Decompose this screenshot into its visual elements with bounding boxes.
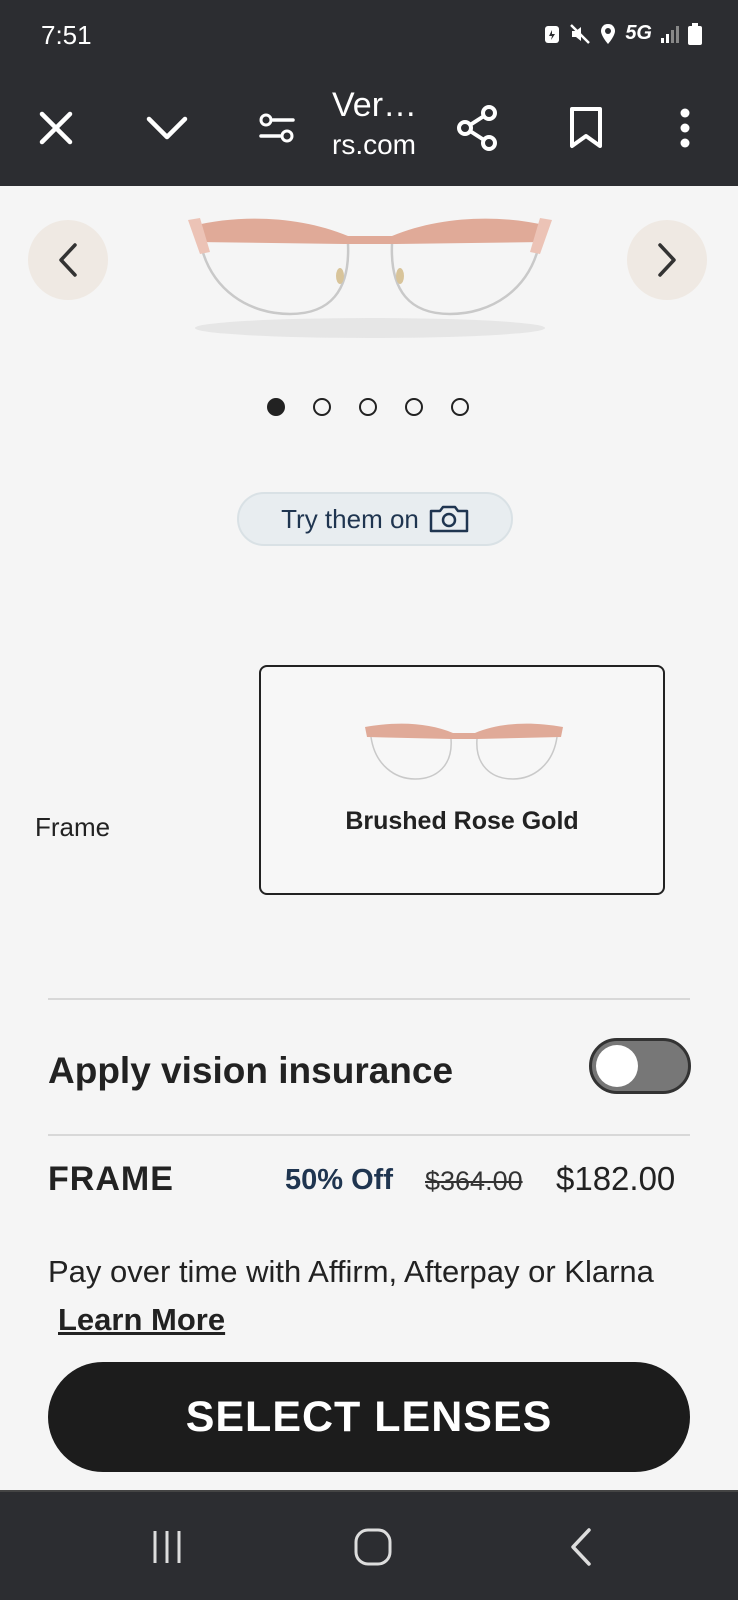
status-time: 7:51 (41, 20, 92, 50)
page-domain: rs.com (332, 129, 416, 160)
close-button[interactable] (22, 94, 90, 162)
location-icon (601, 23, 616, 44)
frame-option-label: Frame (35, 812, 111, 842)
product-page: Try them on Frame Brushed Rose Gold Appl… (0, 186, 738, 1490)
carousel-dot[interactable] (359, 398, 377, 416)
product-image (188, 218, 552, 338)
frame-swatch-image (365, 723, 563, 780)
payment-text: Pay over time with Affirm, Afterpay or K… (48, 1254, 654, 1289)
carousel-prev-button[interactable] (28, 220, 108, 300)
insurance-label: Apply vision insurance (48, 1050, 454, 1091)
page-title: Ver… (332, 86, 418, 124)
insurance-toggle[interactable] (589, 1038, 691, 1094)
carousel-dot[interactable] (405, 398, 423, 416)
browser-toolbar: Ver… rs.com (0, 72, 738, 186)
signal-icon (661, 25, 679, 43)
chevron-down-icon (146, 116, 188, 140)
close-icon (39, 111, 73, 145)
back-icon (571, 1528, 591, 1566)
sale-price: $182.00 (556, 1160, 676, 1197)
network-type: 5G (625, 22, 652, 44)
share-icon (457, 105, 497, 151)
minimize-button[interactable] (133, 94, 201, 162)
back-button[interactable] (551, 1522, 611, 1572)
frame-color-swatch[interactable]: Brushed Rose Gold (259, 665, 665, 895)
original-price: $364.00 (425, 1166, 523, 1196)
page-title-block[interactable]: Ver… rs.com (332, 84, 442, 162)
payment-info: Pay over time with Affirm, Afterpay or K… (48, 1248, 688, 1344)
mute-icon (570, 23, 591, 44)
home-button[interactable] (343, 1522, 403, 1572)
try-on-label: Try them on (281, 503, 419, 534)
carousel-dot[interactable] (451, 398, 469, 416)
share-button[interactable] (443, 94, 511, 162)
more-vert-icon (680, 108, 690, 148)
learn-more-link[interactable]: Learn More (58, 1302, 225, 1337)
recents-button[interactable] (137, 1522, 197, 1572)
divider (48, 998, 690, 1000)
bookmark-icon (570, 107, 602, 148)
recents-icon (153, 1531, 181, 1563)
status-icons: 5G (543, 22, 702, 45)
try-on-button[interactable]: Try them on (237, 492, 513, 546)
camera-icon (429, 505, 469, 533)
home-icon (354, 1528, 392, 1566)
chevron-right-icon (658, 243, 676, 277)
toggle-knob (596, 1045, 638, 1087)
carousel-dot[interactable] (267, 398, 285, 416)
select-lenses-button[interactable]: SELECT LENSES (48, 1362, 690, 1472)
frame-color-name: Brushed Rose Gold (345, 807, 579, 835)
chevron-left-icon (59, 243, 77, 277)
tune-icon (259, 113, 295, 143)
discount-badge: 50% Off (285, 1164, 393, 1196)
battery-saver-icon (545, 25, 560, 43)
divider (48, 1134, 690, 1136)
status-bar: 7:51 5G (0, 0, 738, 72)
carousel-next-button[interactable] (627, 220, 707, 300)
frame-price-label: FRAME (48, 1160, 174, 1198)
bookmark-button[interactable] (552, 94, 620, 162)
system-nav-bar (0, 1490, 738, 1600)
carousel-dot[interactable] (313, 398, 331, 416)
carousel-dots (267, 398, 469, 416)
more-options-button[interactable] (651, 94, 719, 162)
page-settings-button[interactable] (243, 94, 311, 162)
battery-icon (688, 22, 702, 45)
